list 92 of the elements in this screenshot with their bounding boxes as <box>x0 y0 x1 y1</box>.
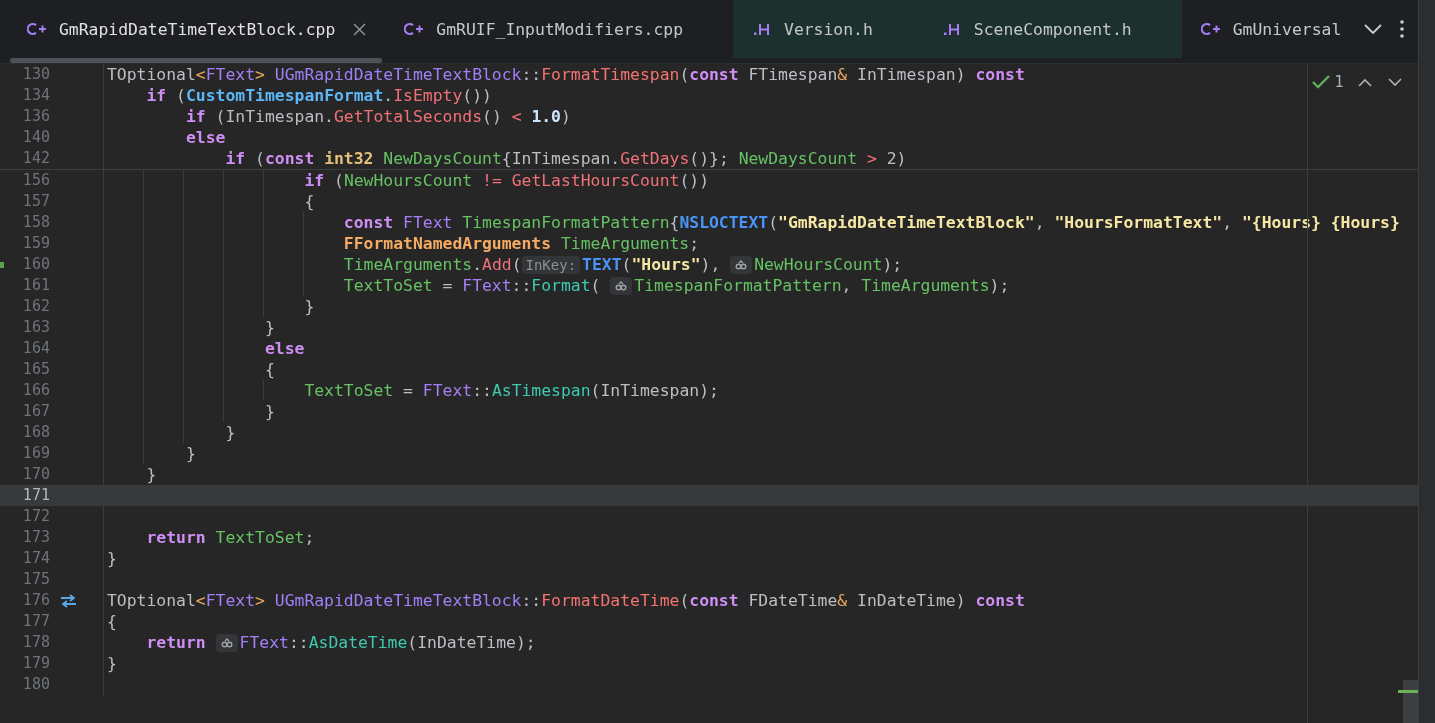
code-text: } <box>107 653 117 674</box>
code-text: TOptional<FText> UGmRapidDateTimeTextBlock::FormatTimespan(const FTimespan& InTimespan) const <box>107 64 1025 85</box>
line-number: 175 <box>21 569 50 590</box>
code-text: NewHoursCount); <box>754 254 903 275</box>
line-number: 161 <box>21 275 50 296</box>
scrollbar-track[interactable] <box>1418 0 1435 723</box>
line-number: 173 <box>21 527 50 548</box>
code-editor[interactable] <box>0 64 1418 723</box>
file-tab[interactable]: GmRapidDateTimeTextBlock.cpp <box>8 0 386 58</box>
code-text: TOptional<FText> UGmRapidDateTimeTextBlock::FormatDateTime(const FDateTime& InDateTime) const <box>107 590 1025 611</box>
line-number: 170 <box>21 464 50 485</box>
line-number: 159 <box>21 233 50 254</box>
chevron-down-icon <box>1364 24 1382 34</box>
code-text: } <box>225 422 236 443</box>
link-icon <box>615 280 628 291</box>
line-number: 164 <box>21 338 50 359</box>
code-text: if (CustomTimespanFormat.IsEmpty()) <box>146 85 492 106</box>
chevron-up-icon <box>1358 77 1372 87</box>
code-text: if (NewHoursCount != GetLastHoursCount()) <box>304 170 709 191</box>
line-number: 178 <box>21 632 50 653</box>
line-number: 158 <box>21 212 50 233</box>
check-icon <box>1312 75 1331 89</box>
cpp-file-icon <box>1200 22 1221 36</box>
line-number: 140 <box>21 127 50 148</box>
tab-scrollbar-thumb[interactable] <box>10 58 382 63</box>
line-number: 180 <box>21 674 50 695</box>
code-text: TextToSet = FText::AsTimespan(InTimespan); <box>304 380 719 401</box>
code-text: TEXT("Hours"), <box>582 254 722 275</box>
scrollbar-change-marker <box>1398 690 1418 693</box>
line-number: 176 <box>21 590 50 611</box>
code-text: if (const int32 NewDaysCount{InTimespan.GetDays()}; NewDaysCount > 2) <box>225 148 907 169</box>
close-tab-button[interactable] <box>351 21 368 37</box>
code-text: const FText TimespanFormatPattern{NSLOCTEXT("GmRapidDateTimeTextBlock", "HoursFormatText", "{Hours} {Hours} <box>343 212 1400 233</box>
line-number: 163 <box>21 317 50 338</box>
override-arrows-icon[interactable] <box>59 593 77 608</box>
file-tab[interactable]: GmRUIF_InputModifiers.cpp <box>385 0 733 58</box>
line-number: 167 <box>21 401 50 422</box>
line-number: 136 <box>21 106 50 127</box>
line-number: 179 <box>21 653 50 674</box>
cpp-file-icon <box>404 22 425 36</box>
file-tab[interactable]: SceneComponent.h <box>922 0 1182 58</box>
kebab-menu-icon <box>1400 20 1404 38</box>
line-number: 166 <box>21 380 50 401</box>
scrollbar-thumb[interactable] <box>1403 680 1418 723</box>
line-number: 169 <box>21 443 50 464</box>
line-number: 165 <box>21 359 50 380</box>
code-text: FText::AsDateTime(InDateTime); <box>239 632 536 653</box>
code-text: else <box>185 127 226 148</box>
cpp-file-icon <box>27 22 47 36</box>
line-number: 134 <box>21 85 50 106</box>
code-text: TextToSet = FText::Format( <box>343 275 602 296</box>
code-text: FFormatNamedArguments TimeArguments; <box>343 233 700 254</box>
file-tab[interactable]: GmUniversal <box>1181 0 1354 58</box>
code-text: if (InTimespan.GetTotalSeconds() < 1.0) <box>185 106 571 127</box>
inspection-count[interactable]: 1 <box>1312 73 1344 91</box>
code-text: return <box>146 632 207 653</box>
code-text: } <box>264 401 275 422</box>
code-text: else <box>264 338 305 359</box>
line-number: 171 <box>21 485 50 506</box>
more-options-button[interactable] <box>1398 18 1406 40</box>
line-number: 174 <box>21 548 50 569</box>
header-file-icon <box>753 22 771 36</box>
code-text: return TextToSet; <box>146 527 315 548</box>
line-number: 162 <box>21 296 50 317</box>
line-number: 157 <box>21 191 50 212</box>
parameter-hint: InKey: <box>521 255 581 274</box>
line-number: 172 <box>21 506 50 527</box>
link-icon <box>735 259 748 270</box>
close-icon <box>352 22 366 36</box>
line-number: 177 <box>21 611 50 632</box>
code-text: } <box>185 443 196 464</box>
next-issue-button[interactable] <box>1386 75 1404 89</box>
code-text: } <box>304 296 315 317</box>
code-text: TimespanFormatPattern, TimeArguments); <box>634 275 1010 296</box>
code-text: } <box>107 548 117 569</box>
code-text: } <box>146 464 157 485</box>
link-icon <box>220 637 233 648</box>
file-tab[interactable]: Version.h <box>733 0 923 58</box>
line-number: 130 <box>21 64 50 85</box>
line-number: 168 <box>21 422 50 443</box>
code-text: TimeArguments.Add( <box>343 254 522 275</box>
line-number: 142 <box>21 148 50 169</box>
line-number: 156 <box>21 170 50 191</box>
code-text: { <box>264 359 275 380</box>
code-text: { <box>107 611 117 632</box>
chevron-down-icon <box>1388 77 1402 87</box>
header-file-icon <box>942 22 961 36</box>
code-text: } <box>264 317 275 338</box>
tab-list-dropdown-button[interactable] <box>1362 22 1384 36</box>
line-number: 160 <box>21 254 50 275</box>
code-text: { <box>304 191 315 212</box>
change-marker[interactable] <box>0 261 4 268</box>
